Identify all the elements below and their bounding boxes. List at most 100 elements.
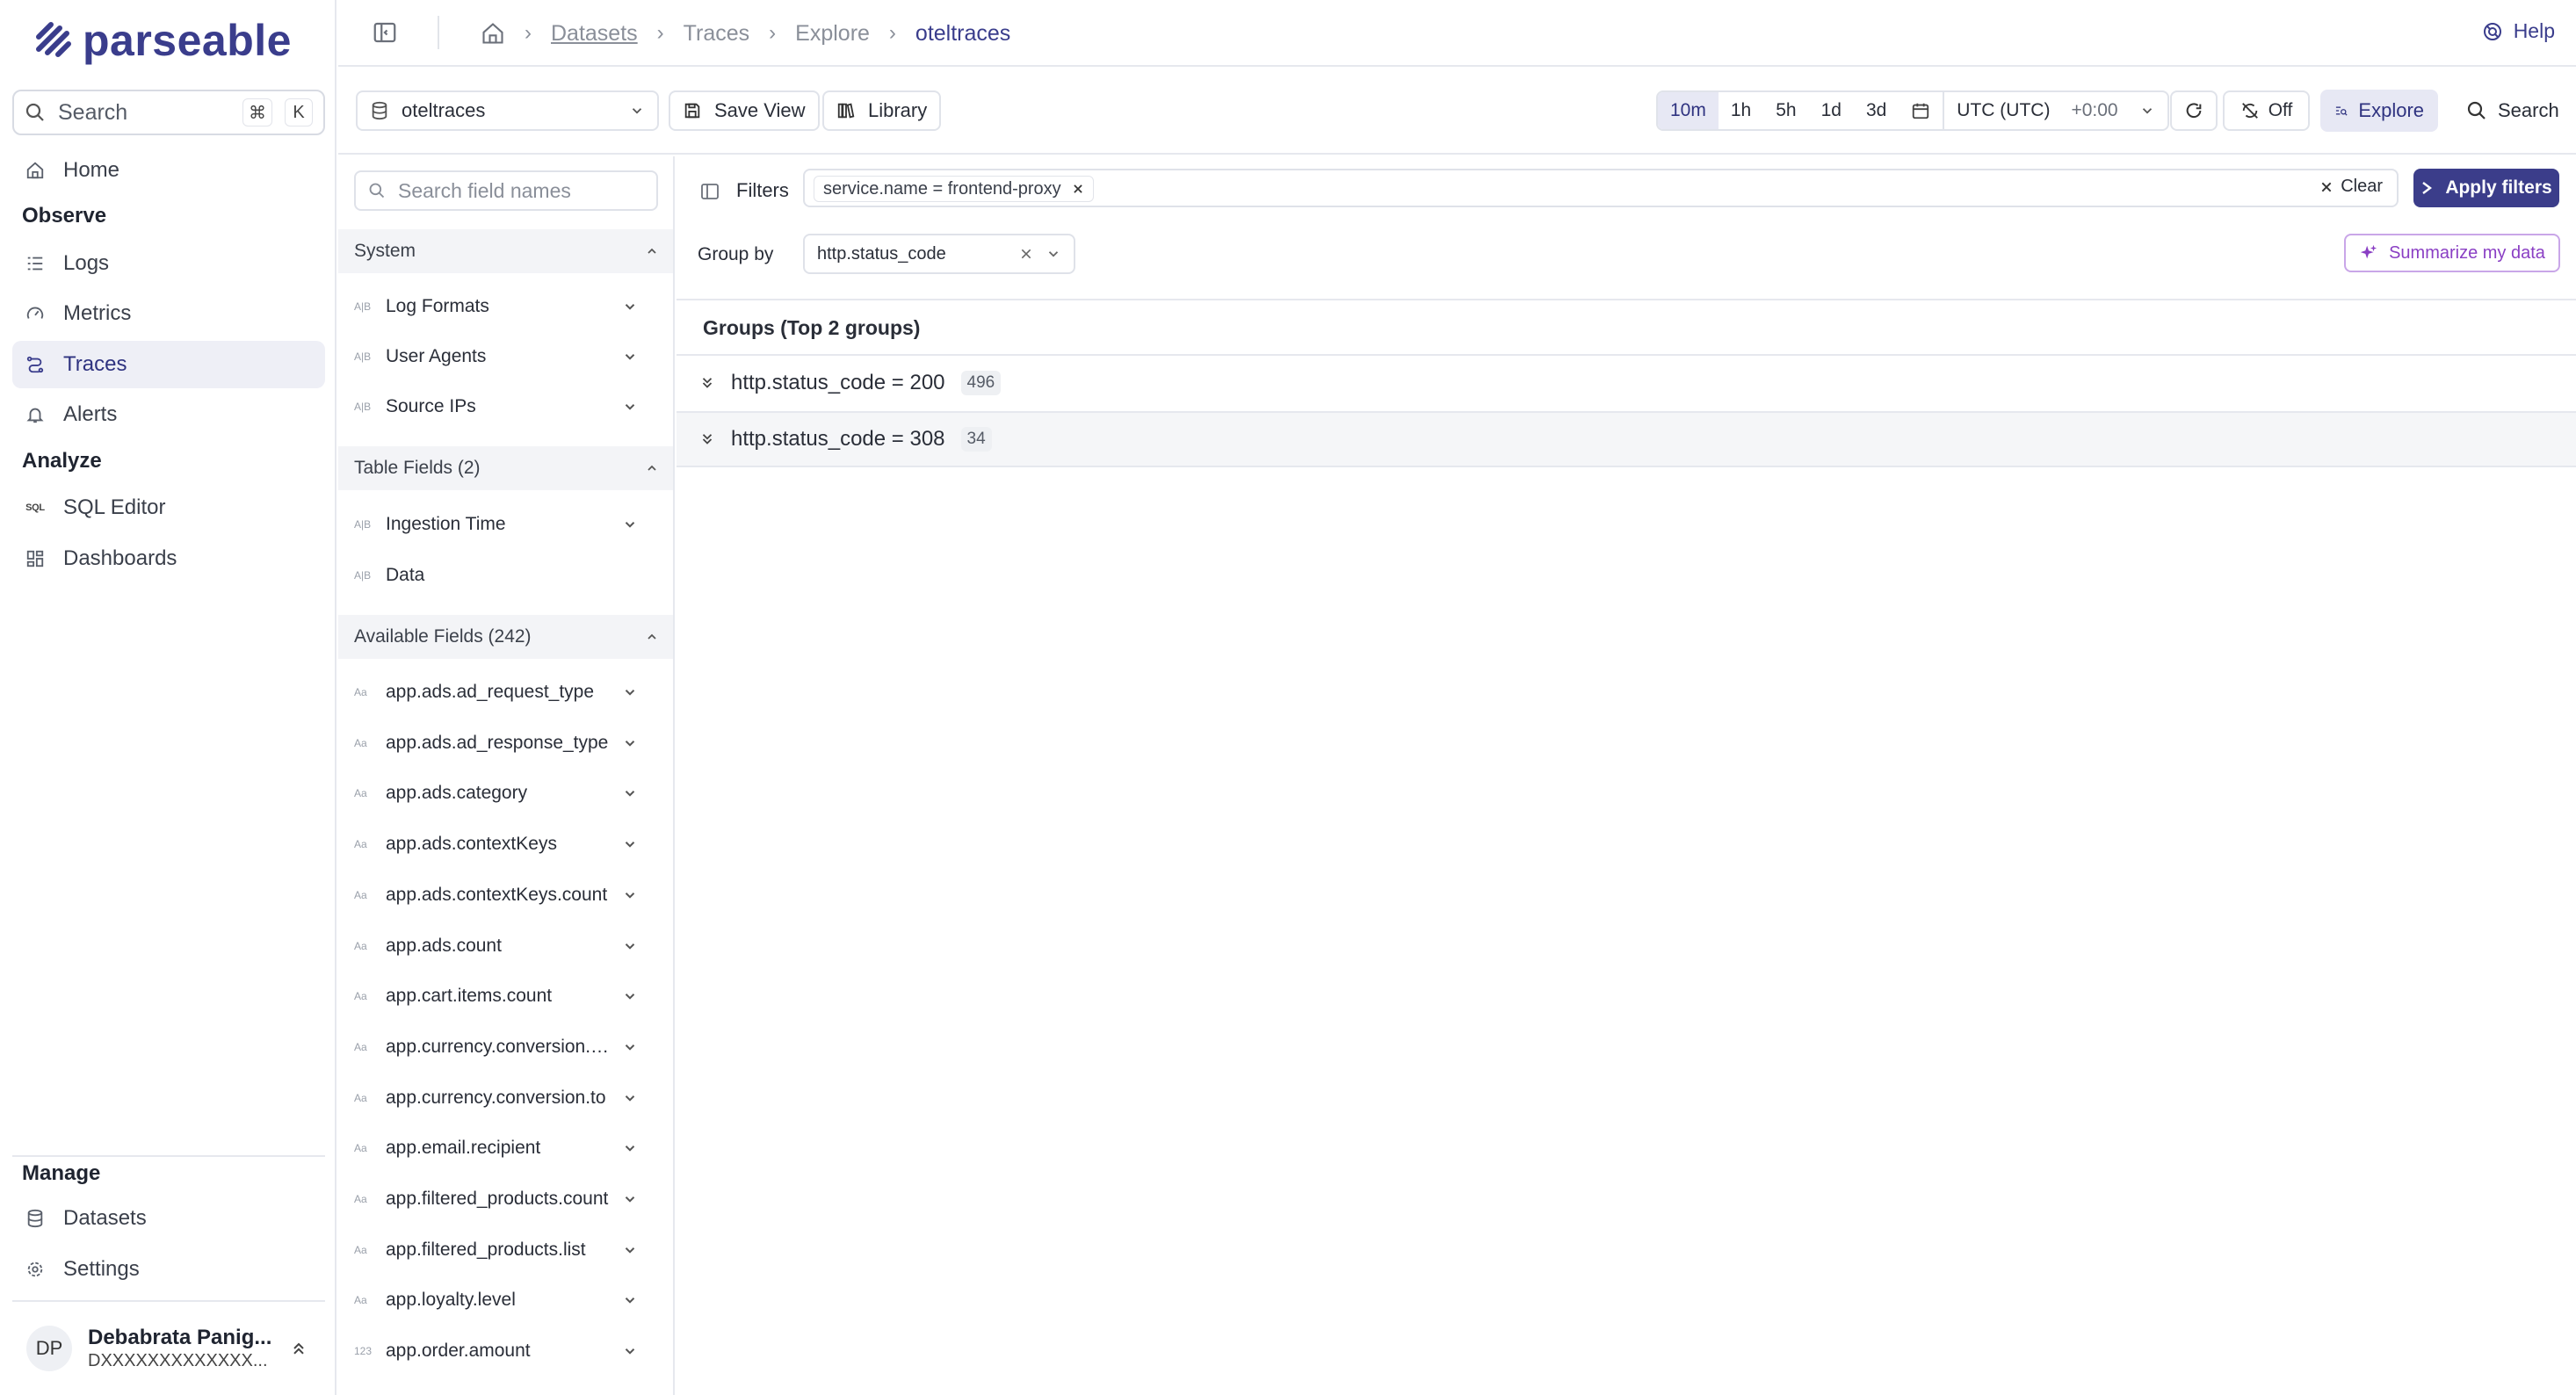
search-button[interactable]: Search [2456,90,2570,132]
field-row[interactable]: A|B User Agents [338,336,673,377]
nav-item-sql-editor[interactable]: SQL SQL Editor [12,484,325,531]
custom-range-button[interactable] [1899,92,1943,129]
chevron-down-icon[interactable] [622,938,638,954]
group-row[interactable]: http.status_code = 308 34 [677,411,2576,467]
field-row[interactable]: Aa app.filtered_products.count [338,1179,673,1219]
field-row[interactable]: A|B Source IPs [338,387,673,427]
field-row[interactable]: A|B Log Formats [338,286,673,327]
field-row[interactable]: Aa app.ads.count [338,926,673,966]
field-row[interactable]: Aa app.ads.ad_request_type [338,672,673,712]
apply-filters-button[interactable]: Apply filters [2413,169,2559,207]
group-by-select[interactable]: http.status_code [803,234,1075,274]
field-row[interactable]: A|B Ingestion Time [338,504,673,545]
field-row[interactable]: Aa app.cart.items.count [338,976,673,1016]
help-button[interactable]: Help [2482,19,2555,43]
time-range-5h[interactable]: 5h [1763,92,1808,129]
nav-item-dashboards[interactable]: Dashboards [12,535,325,582]
breadcrumb-datasets[interactable]: Datasets [551,21,638,47]
chevron-down-icon[interactable] [622,1242,638,1258]
section-table-fields-header[interactable]: Table Fields (2) [338,446,673,490]
save-view-button[interactable]: Save View [669,90,820,131]
chevron-down-icon[interactable] [622,836,638,852]
field-row[interactable]: Aa app.ads.contextKeys.count [338,875,673,915]
field-name: app.ads.category [386,783,528,803]
user-menu[interactable]: DP Debabrata Panig... DXXXXXXXXXXXXX... [12,1322,325,1375]
summarize-button[interactable]: Summarize my data [2344,234,2560,272]
chevron-down-icon[interactable] [622,517,638,532]
filter-chip[interactable]: service.name = frontend-proxy [814,176,1094,202]
chevron-down-icon[interactable] [622,684,638,700]
clear-filters-button[interactable]: Clear [2319,177,2383,197]
chevron-down-icon[interactable] [622,1292,638,1308]
field-search-input[interactable]: Search field names [354,170,658,211]
home-icon[interactable] [481,21,505,46]
sidebar-toggle-icon [373,22,396,43]
close-icon[interactable] [1019,247,1033,261]
library-button[interactable]: Library [822,90,942,131]
nav-item-datasets[interactable]: Datasets [12,1195,325,1242]
field-row[interactable]: Aa app.ads.category [338,773,673,813]
field-name: app.email.recipient [386,1138,541,1158]
nav-divider [12,1155,325,1157]
dataset-select[interactable]: oteltraces [356,90,659,131]
chevron-down-icon[interactable] [622,1039,638,1055]
time-range-3d[interactable]: 3d [1854,92,1899,129]
field-row[interactable]: Aa app.ads.ad_response_type [338,723,673,763]
sidebar: parseable Search ⌘ K Home Observe Logs M… [0,0,336,1395]
chevron-down-icon[interactable] [622,1140,638,1156]
nav-item-settings[interactable]: Settings [12,1246,325,1293]
chevron-down-icon[interactable] [622,785,638,801]
field-row[interactable]: Aa app.email.recipient [338,1128,673,1168]
nav-item-traces-label: Traces [63,352,127,376]
library-icon [837,103,855,119]
group-row[interactable]: http.status_code = 200 496 [677,354,2576,410]
filter-input[interactable]: service.name = frontend-proxy Clear [803,169,2399,207]
chevron-down-icon[interactable] [622,735,638,751]
gear-icon [25,1259,46,1280]
save-view-label: Save View [714,99,806,121]
timezone-select[interactable]: UTC (UTC) +0:00 [1943,92,2167,129]
chevron-down-icon[interactable] [622,988,638,1004]
section-system-header[interactable]: System [338,229,673,273]
chevron-down-icon[interactable] [622,1090,638,1106]
toggle-sidebar-button[interactable] [372,19,400,47]
logo[interactable]: parseable [35,16,292,65]
panel-toggle-icon[interactable] [699,181,720,202]
refresh-button[interactable] [2170,90,2218,131]
logs-icon [25,253,46,274]
nav-item-metrics[interactable]: Metrics [12,290,325,337]
field-row[interactable]: A|B Data [338,555,673,596]
close-icon[interactable] [1072,183,1084,195]
field-row[interactable]: Aa app.loyalty.level [338,1280,673,1320]
chevron-up-icon [648,633,656,640]
chevron-down-icon[interactable] [622,887,638,903]
chevrons-up-icon [293,1342,304,1355]
field-row[interactable]: Aa app.currency.conversion.to [338,1078,673,1118]
section-available-fields-header[interactable]: Available Fields (242) [338,615,673,659]
field-row[interactable]: Aa app.ads.contextKeys [338,824,673,864]
field-row[interactable]: Aa app.filtered_products.list [338,1230,673,1270]
chevrons-down-icon[interactable] [699,375,715,391]
field-row[interactable]: Aa app.currency.conversion.… [338,1027,673,1067]
chevron-down-icon[interactable] [622,1343,638,1359]
field-name: app.loyalty.level [386,1290,516,1310]
explore-button[interactable]: Explore [2320,90,2438,132]
global-search[interactable]: Search ⌘ K [12,90,325,135]
field-row[interactable]: 123 app.order.amount [338,1331,673,1371]
nav-item-alerts[interactable]: Alerts [12,391,325,438]
chevron-down-icon[interactable] [622,399,638,415]
auto-refresh-button[interactable]: Off [2223,90,2310,131]
nav-item-traces[interactable]: Traces [12,341,325,388]
chevron-down-icon[interactable] [622,349,638,365]
chevron-down-icon[interactable] [622,1191,638,1207]
time-range-10m[interactable]: 10m [1658,92,1719,129]
apply-filters-label: Apply filters [2445,177,2552,198]
time-range-1d[interactable]: 1d [1809,92,1854,129]
chevron-up-icon [648,465,656,471]
field-name: app.filtered_products.list [386,1240,586,1260]
time-range-1h[interactable]: 1h [1719,92,1763,129]
chevron-down-icon[interactable] [622,299,638,314]
chevrons-down-icon[interactable] [699,431,715,447]
nav-item-logs[interactable]: Logs [12,240,325,287]
nav-item-home[interactable]: Home [12,147,325,194]
